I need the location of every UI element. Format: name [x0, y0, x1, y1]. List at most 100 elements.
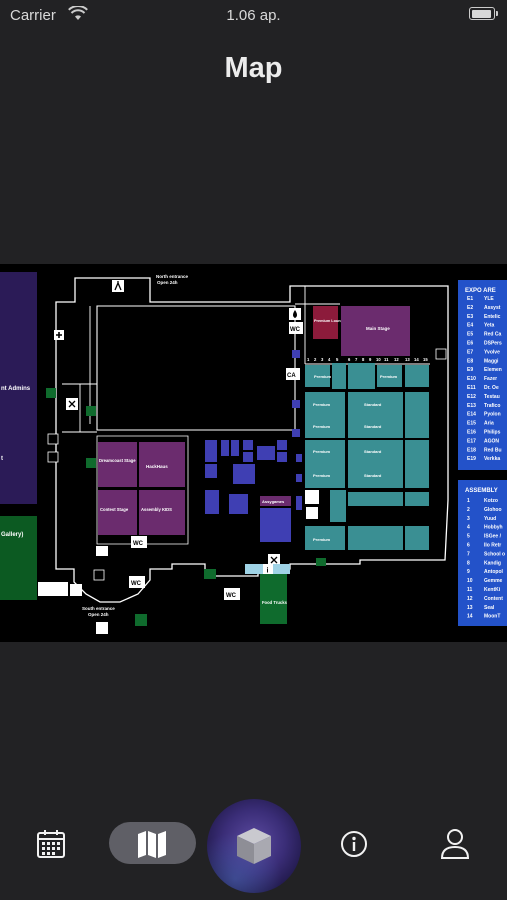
recycle-icon[interactable]: [305, 490, 319, 504]
stairs-icon-2[interactable]: [47, 451, 59, 463]
walk-icon-2[interactable]: [96, 546, 108, 556]
svg-text:4: 4: [328, 357, 331, 362]
assembly-name: Antopol: [484, 569, 503, 575]
clock: 1.06 ap.: [226, 7, 281, 24]
teal-stands[interactable]: [305, 363, 429, 550]
svg-text:WC: WC: [290, 327, 301, 333]
assembly-name: Yuud: [484, 516, 496, 522]
expo-name: Red Ca: [484, 332, 501, 338]
expo-name: Red Bu: [484, 447, 502, 453]
expo-name: Pyolon: [484, 412, 501, 418]
expo-code: E11: [467, 385, 476, 391]
assembly-name: MoonT: [484, 614, 500, 620]
svg-text:Dreamcoast Stage: Dreamcoast Stage: [99, 458, 136, 463]
stand-standard: Standard: [364, 402, 382, 407]
tab-map[interactable]: [134, 826, 170, 862]
stand-premium-7: Premium: [380, 374, 398, 379]
expo-code: E1: [467, 296, 473, 302]
svg-text:WC: WC: [133, 541, 144, 547]
expo-code: E5: [467, 332, 473, 338]
assembly-name: Gemme: [484, 578, 503, 584]
assembly-name: ISGee /: [484, 534, 502, 540]
assembly-name: Kotzo: [484, 498, 498, 504]
expo-name: DSPers: [484, 341, 502, 347]
stand-premium: Premium: [313, 402, 331, 407]
assembly-name: Seal: [484, 605, 495, 611]
north-entrance-label: North entrance Open 24h: [156, 274, 189, 285]
assembly-name: KentKi: [484, 587, 501, 593]
hall-kids[interactable]: Assembly KIDS: [139, 490, 185, 535]
stairs-icon[interactable]: [47, 433, 59, 445]
south-entrance-label: South entrance Open 24h: [82, 606, 116, 617]
assembly-code: 9: [467, 569, 470, 575]
expo-code: E13: [467, 403, 476, 409]
recycle-icon-2: [435, 348, 447, 360]
hall-contest[interactable]: Contest Stage: [98, 490, 137, 535]
expo-panel-title: EXPO ARE: [465, 288, 496, 294]
hall-dreamcoast[interactable]: Dreamcoast Stage: [98, 442, 137, 487]
walk-icon-3[interactable]: [70, 584, 82, 596]
hall-food-trucks[interactable]: Food Trucks: [260, 574, 288, 624]
svg-text:14: 14: [414, 357, 419, 362]
stand-premium-4: Premium: [313, 537, 331, 542]
map-icon: [138, 831, 166, 858]
expo-name: Aria: [484, 421, 494, 427]
svg-text:10: 10: [376, 357, 381, 362]
stairs-icon-3[interactable]: [93, 569, 105, 581]
svg-text:7: 7: [355, 357, 358, 362]
assembly-name: Ilo Retr: [484, 543, 501, 549]
expo-name: Fazer: [484, 376, 497, 382]
assembly-name: Content: [484, 596, 503, 602]
assembly-code: 3: [467, 516, 470, 522]
cube-icon: [237, 828, 271, 864]
tab-cube[interactable]: [232, 823, 276, 869]
tab-calendar[interactable]: [33, 826, 69, 862]
calendar-icon: [37, 830, 65, 858]
expo-code: E6: [467, 341, 473, 347]
hall-main-stage[interactable]: Main Stage: [341, 306, 410, 356]
venue-map[interactable]: nt Admins t Gallery) North entrance Open…: [0, 264, 507, 642]
expo-code: E14: [467, 412, 476, 418]
svg-text:i: i: [267, 568, 269, 575]
hall-premium-lounge[interactable]: Premium Lounge: [313, 306, 345, 339]
expo-name: Yvolve: [484, 349, 500, 355]
expo-code: E4: [467, 323, 473, 329]
svg-text:12: 12: [394, 357, 399, 362]
assembly-name: School o: [484, 551, 505, 557]
svg-text:Assembly KIDS: Assembly KIDS: [141, 507, 172, 512]
expo-name: Testau: [484, 394, 500, 400]
stand-premium-3: Premium: [313, 473, 331, 478]
expo-name: Assyst: [484, 305, 501, 311]
info-icon: [341, 831, 367, 857]
assembly-name: Glohoo: [484, 507, 502, 513]
stand-premium-6: Premium: [314, 374, 332, 379]
expo-code: E15: [467, 421, 476, 427]
tab-info[interactable]: [336, 826, 372, 862]
assembly-name: Kandig: [484, 560, 501, 566]
assembly-name: Hobbyh: [484, 525, 503, 531]
expo-code: E9: [467, 367, 473, 373]
expo-code: E8: [467, 358, 473, 364]
stand-standard-2: Standard: [364, 449, 382, 454]
svg-text:6: 6: [348, 357, 351, 362]
exit-arrow-icon[interactable]: [38, 582, 68, 596]
hall-hackhaus[interactable]: HackHaus: [139, 442, 185, 487]
expo-name: Trafico: [484, 403, 500, 409]
north-entrance-line1: North entrance: [156, 274, 189, 279]
expo-code: E18: [467, 447, 476, 453]
hall-assygames[interactable]: Assygames: [260, 496, 291, 506]
assembly-code: 12: [467, 596, 473, 602]
assembly-panel-title: ASSEMBLY: [465, 488, 498, 494]
tab-profile[interactable]: [437, 826, 473, 862]
battery-icon: [469, 7, 498, 20]
svg-text:11: 11: [384, 357, 389, 362]
assembly-code: 1: [467, 498, 470, 504]
music-icon[interactable]: [306, 507, 318, 519]
svg-text:5: 5: [336, 357, 339, 362]
svg-text:WC: WC: [131, 581, 142, 587]
status-bar: Carrier 1.06 ap.: [0, 0, 507, 30]
svg-text:3: 3: [321, 357, 324, 362]
walk-icon-4[interactable]: [96, 622, 108, 634]
svg-text:Assygames: Assygames: [262, 499, 285, 504]
svg-text:15: 15: [423, 357, 428, 362]
